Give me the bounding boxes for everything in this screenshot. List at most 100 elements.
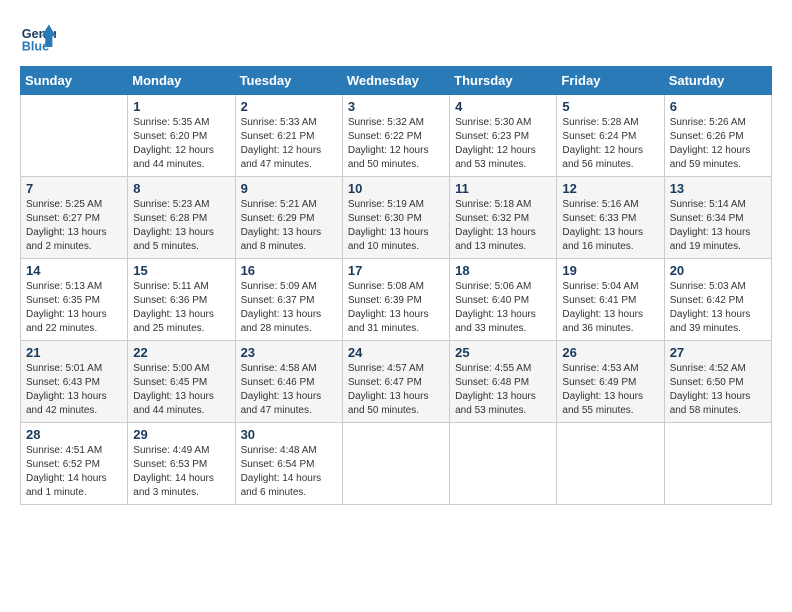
day-info: Sunrise: 4:49 AM Sunset: 6:53 PM Dayligh… bbox=[133, 444, 229, 500]
day-info: Sunrise: 5:11 AM Sunset: 6:36 PM Dayligh… bbox=[133, 280, 229, 336]
day-number: 3 bbox=[348, 99, 444, 114]
day-info: Sunrise: 5:35 AM Sunset: 6:20 PM Dayligh… bbox=[133, 116, 229, 172]
week-row-2: 7 Sunrise: 5:25 AM Sunset: 6:27 PM Daylig… bbox=[21, 177, 772, 259]
day-number: 13 bbox=[670, 181, 766, 196]
day-cell: 22Sunrise: 5:00 AM Sunset: 6:45 PM Dayli… bbox=[128, 341, 235, 423]
weekday-header-row: SundayMondayTuesdayWednesdayThursdayFrid… bbox=[21, 67, 772, 95]
day-number: 26 bbox=[562, 345, 658, 360]
day-cell: 17 Sunrise: 5:08 AM Sunset: 6:39 PM Dayli… bbox=[342, 259, 449, 341]
day-cell: 21 Sunrise: 5:01 AM Sunset: 6:43 PM Dayli… bbox=[21, 341, 128, 423]
day-number: 2 bbox=[241, 99, 337, 114]
day-number: 8 bbox=[133, 181, 229, 196]
day-info: Sunrise: 5:13 AM Sunset: 6:35 PM Dayligh… bbox=[26, 280, 122, 336]
day-cell: 25 Sunrise: 4:55 AM Sunset: 6:48 PM Dayli… bbox=[450, 341, 557, 423]
week-row-4: 21 Sunrise: 5:01 AM Sunset: 6:43 PM Dayli… bbox=[21, 341, 772, 423]
day-number: 18 bbox=[455, 263, 551, 278]
day-info: Sunrise: 5:18 AM Sunset: 6:32 PM Dayligh… bbox=[455, 198, 551, 254]
day-info: Sunrise: 5:23 AM Sunset: 6:28 PM Dayligh… bbox=[133, 198, 229, 254]
day-info: Sunrise: 4:55 AM Sunset: 6:48 PM Dayligh… bbox=[455, 362, 551, 418]
weekday-header-wednesday: Wednesday bbox=[342, 67, 449, 95]
day-cell: 7 Sunrise: 5:25 AM Sunset: 6:27 PM Daylig… bbox=[21, 177, 128, 259]
day-cell: 6Sunrise: 5:26 AM Sunset: 6:26 PM Daylig… bbox=[664, 95, 771, 177]
day-info: Sunrise: 5:00 AM Sunset: 6:45 PM Dayligh… bbox=[133, 362, 229, 418]
day-cell bbox=[664, 423, 771, 505]
day-number: 12 bbox=[562, 181, 658, 196]
day-info: Sunrise: 5:30 AM Sunset: 6:23 PM Dayligh… bbox=[455, 116, 551, 172]
day-number: 24 bbox=[348, 345, 444, 360]
day-cell: 8 Sunrise: 5:23 AM Sunset: 6:28 PM Daylig… bbox=[128, 177, 235, 259]
day-info: Sunrise: 5:14 AM Sunset: 6:34 PM Dayligh… bbox=[670, 198, 766, 254]
day-cell bbox=[557, 423, 664, 505]
day-cell: 29Sunrise: 4:49 AM Sunset: 6:53 PM Dayli… bbox=[128, 423, 235, 505]
day-number: 1 bbox=[133, 99, 229, 114]
week-row-3: 14 Sunrise: 5:13 AM Sunset: 6:35 PM Dayli… bbox=[21, 259, 772, 341]
day-cell: 23Sunrise: 4:58 AM Sunset: 6:46 PM Dayli… bbox=[235, 341, 342, 423]
logo-icon: General Blue bbox=[20, 20, 56, 56]
day-cell: 4 Sunrise: 5:30 AM Sunset: 6:23 PM Daylig… bbox=[450, 95, 557, 177]
day-number: 15 bbox=[133, 263, 229, 278]
day-cell: 27 Sunrise: 4:52 AM Sunset: 6:50 PM Dayli… bbox=[664, 341, 771, 423]
day-cell bbox=[450, 423, 557, 505]
day-info: Sunrise: 5:16 AM Sunset: 6:33 PM Dayligh… bbox=[562, 198, 658, 254]
day-info: Sunrise: 5:32 AM Sunset: 6:22 PM Dayligh… bbox=[348, 116, 444, 172]
day-cell: 18Sunrise: 5:06 AM Sunset: 6:40 PM Dayli… bbox=[450, 259, 557, 341]
weekday-header-sunday: Sunday bbox=[21, 67, 128, 95]
day-number: 23 bbox=[241, 345, 337, 360]
day-cell: 16Sunrise: 5:09 AM Sunset: 6:37 PM Dayli… bbox=[235, 259, 342, 341]
day-cell: 24 Sunrise: 4:57 AM Sunset: 6:47 PM Dayli… bbox=[342, 341, 449, 423]
day-number: 5 bbox=[562, 99, 658, 114]
weekday-header-saturday: Saturday bbox=[664, 67, 771, 95]
day-number: 30 bbox=[241, 427, 337, 442]
day-info: Sunrise: 5:25 AM Sunset: 6:27 PM Dayligh… bbox=[26, 198, 122, 254]
weekday-header-friday: Friday bbox=[557, 67, 664, 95]
day-info: Sunrise: 5:04 AM Sunset: 6:41 PM Dayligh… bbox=[562, 280, 658, 336]
day-number: 25 bbox=[455, 345, 551, 360]
day-number: 6 bbox=[670, 99, 766, 114]
day-info: Sunrise: 5:19 AM Sunset: 6:30 PM Dayligh… bbox=[348, 198, 444, 254]
day-info: Sunrise: 4:53 AM Sunset: 6:49 PM Dayligh… bbox=[562, 362, 658, 418]
day-cell: 12 Sunrise: 5:16 AM Sunset: 6:33 PM Dayli… bbox=[557, 177, 664, 259]
day-number: 21 bbox=[26, 345, 122, 360]
day-cell: 5 Sunrise: 5:28 AM Sunset: 6:24 PM Daylig… bbox=[557, 95, 664, 177]
day-number: 19 bbox=[562, 263, 658, 278]
svg-text:Blue: Blue bbox=[22, 40, 49, 54]
day-number: 10 bbox=[348, 181, 444, 196]
day-cell: 13 Sunrise: 5:14 AM Sunset: 6:34 PM Dayli… bbox=[664, 177, 771, 259]
day-info: Sunrise: 5:21 AM Sunset: 6:29 PM Dayligh… bbox=[241, 198, 337, 254]
day-info: Sunrise: 5:03 AM Sunset: 6:42 PM Dayligh… bbox=[670, 280, 766, 336]
logo: General Blue bbox=[20, 20, 56, 56]
day-cell: 10 Sunrise: 5:19 AM Sunset: 6:30 PM Dayli… bbox=[342, 177, 449, 259]
day-info: Sunrise: 4:57 AM Sunset: 6:47 PM Dayligh… bbox=[348, 362, 444, 418]
day-cell: 19 Sunrise: 5:04 AM Sunset: 6:41 PM Dayli… bbox=[557, 259, 664, 341]
day-info: Sunrise: 4:51 AM Sunset: 6:52 PM Dayligh… bbox=[26, 444, 122, 500]
day-info: Sunrise: 5:01 AM Sunset: 6:43 PM Dayligh… bbox=[26, 362, 122, 418]
day-cell: 28 Sunrise: 4:51 AM Sunset: 6:52 PM Dayli… bbox=[21, 423, 128, 505]
day-number: 4 bbox=[455, 99, 551, 114]
day-cell: 20 Sunrise: 5:03 AM Sunset: 6:42 PM Dayli… bbox=[664, 259, 771, 341]
week-row-5: 28 Sunrise: 4:51 AM Sunset: 6:52 PM Dayli… bbox=[21, 423, 772, 505]
day-cell: 14 Sunrise: 5:13 AM Sunset: 6:35 PM Dayli… bbox=[21, 259, 128, 341]
day-cell: 26 Sunrise: 4:53 AM Sunset: 6:49 PM Dayli… bbox=[557, 341, 664, 423]
day-number: 17 bbox=[348, 263, 444, 278]
day-number: 27 bbox=[670, 345, 766, 360]
day-info: Sunrise: 5:08 AM Sunset: 6:39 PM Dayligh… bbox=[348, 280, 444, 336]
day-number: 7 bbox=[26, 181, 122, 196]
header: General Blue bbox=[20, 20, 772, 56]
day-cell: 15 Sunrise: 5:11 AM Sunset: 6:36 PM Dayli… bbox=[128, 259, 235, 341]
day-number: 14 bbox=[26, 263, 122, 278]
day-info: Sunrise: 4:52 AM Sunset: 6:50 PM Dayligh… bbox=[670, 362, 766, 418]
week-row-1: 1 Sunrise: 5:35 AM Sunset: 6:20 PM Daylig… bbox=[21, 95, 772, 177]
day-number: 20 bbox=[670, 263, 766, 278]
day-cell: 1 Sunrise: 5:35 AM Sunset: 6:20 PM Daylig… bbox=[128, 95, 235, 177]
day-cell: 3 Sunrise: 5:32 AM Sunset: 6:22 PM Daylig… bbox=[342, 95, 449, 177]
day-cell: 11 Sunrise: 5:18 AM Sunset: 6:32 PM Dayli… bbox=[450, 177, 557, 259]
day-cell bbox=[342, 423, 449, 505]
day-cell bbox=[21, 95, 128, 177]
day-info: Sunrise: 4:48 AM Sunset: 6:54 PM Dayligh… bbox=[241, 444, 337, 500]
day-number: 28 bbox=[26, 427, 122, 442]
day-info: Sunrise: 5:28 AM Sunset: 6:24 PM Dayligh… bbox=[562, 116, 658, 172]
day-number: 11 bbox=[455, 181, 551, 196]
day-info: Sunrise: 5:33 AM Sunset: 6:21 PM Dayligh… bbox=[241, 116, 337, 172]
calendar-table: SundayMondayTuesdayWednesdayThursdayFrid… bbox=[20, 66, 772, 505]
day-cell: 2 Sunrise: 5:33 AM Sunset: 6:21 PM Daylig… bbox=[235, 95, 342, 177]
